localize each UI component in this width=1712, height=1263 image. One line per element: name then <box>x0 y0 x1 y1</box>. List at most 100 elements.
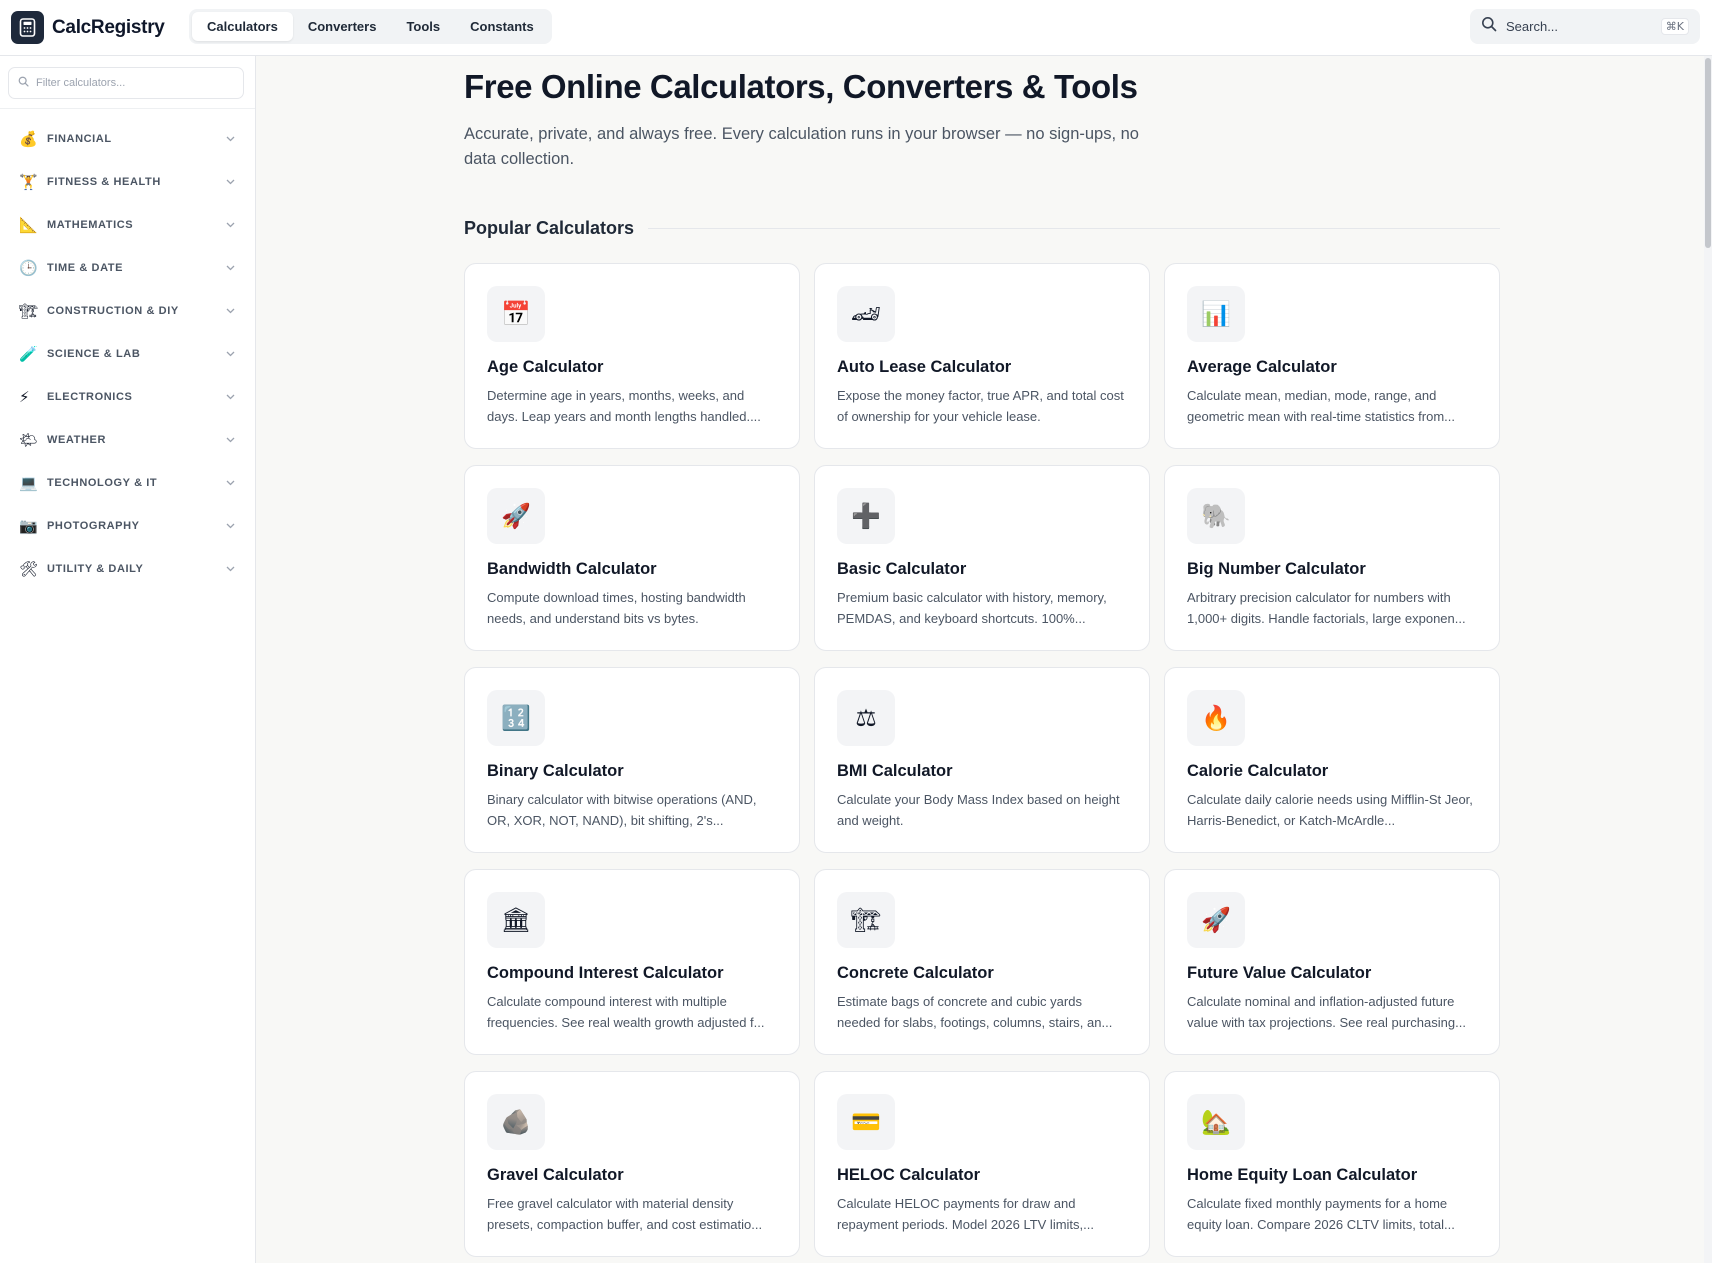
search-box[interactable]: Search... ⌘K <box>1470 9 1700 44</box>
rocket-icon: 🚀 <box>487 488 545 544</box>
fire-icon: 🔥 <box>1187 690 1245 746</box>
card-description: Calculate fixed monthly payments for a h… <box>1187 1196 1455 1232</box>
card-age-calculator[interactable]: 📅 Age Calculator Determine age in years,… <box>464 263 800 449</box>
sidebar-item-financial[interactable]: 💰 FINANCIAL <box>0 117 255 160</box>
sidebar-item-label: ELECTRONICS <box>47 390 133 403</box>
sidebar-item-time-date[interactable]: 🕒 TIME & DATE <box>0 246 255 289</box>
top-header: CalcRegistry Calculators Converters Tool… <box>0 0 1712 56</box>
plus-icon: ➕ <box>837 488 895 544</box>
category-list: 💰 FINANCIAL 🏋 FITNESS & HEALTH 📐 MATHEMA… <box>0 117 255 590</box>
card-title: Concrete Calculator <box>837 964 994 982</box>
card-basic-calculator[interactable]: ➕ Basic Calculator Premium basic calcula… <box>814 465 1150 651</box>
card-title: Bandwidth Calculator <box>487 560 657 578</box>
card-description: Calculate your Body Mass Index based on … <box>837 792 1120 828</box>
sidebar-divider <box>0 108 255 109</box>
sidebar-item-electronics[interactable]: ⚡ ELECTRONICS <box>0 375 255 418</box>
filter-placeholder: Filter calculators... <box>36 77 126 89</box>
sidebar-item-label: CONSTRUCTION & DIY <box>47 304 179 317</box>
nav-calculators[interactable]: Calculators <box>192 12 293 41</box>
race-car-icon: 🏎 <box>837 286 895 342</box>
sidebar-item-science-lab[interactable]: 🧪 SCIENCE & LAB <box>0 332 255 375</box>
money-bag-icon: 💰 <box>19 130 38 148</box>
chevron-down-icon <box>225 478 235 488</box>
section-header: Popular Calculators <box>464 218 1500 239</box>
card-description: Arbitrary precision calculator for numbe… <box>1187 590 1466 626</box>
nav-converters[interactable]: Converters <box>293 12 392 41</box>
card-description: Calculate daily calorie needs using Miff… <box>1187 792 1473 828</box>
card-average-calculator[interactable]: 📊 Average Calculator Calculate mean, med… <box>1164 263 1500 449</box>
chevron-down-icon <box>225 306 235 316</box>
sidebar-item-photography[interactable]: 📷 PHOTOGRAPHY <box>0 504 255 547</box>
nav-tools[interactable]: Tools <box>391 12 455 41</box>
rock-icon: 🪨 <box>487 1094 545 1150</box>
sidebar-item-label: PHOTOGRAPHY <box>47 519 140 532</box>
search-icon <box>1481 16 1497 37</box>
sidebar-item-label: UTILITY & DAILY <box>47 562 144 575</box>
scrollbar-thumb[interactable] <box>1705 58 1711 248</box>
card-gravel-calculator[interactable]: 🪨 Gravel Calculator Free gravel calculat… <box>464 1071 800 1257</box>
page-title: Free Online Calculators, Converters & To… <box>464 68 1138 105</box>
card-title: HELOC Calculator <box>837 1166 981 1184</box>
bank-icon: 🏛 <box>487 892 545 948</box>
camera-icon: 📷 <box>19 517 38 535</box>
card-description: Calculate nominal and inflation-adjusted… <box>1187 994 1466 1030</box>
sidebar-item-weather[interactable]: 🌤 WEATHER <box>0 418 255 461</box>
card-title: BMI Calculator <box>837 762 953 780</box>
sidebar-item-mathematics[interactable]: 📐 MATHEMATICS <box>0 203 255 246</box>
card-description: Expose the money factor, true APR, and t… <box>837 388 1124 424</box>
sidebar-item-utility-daily[interactable]: 🛠 UTILITY & DAILY <box>0 547 255 590</box>
numbers-icon: 🔢 <box>487 690 545 746</box>
card-title: Gravel Calculator <box>487 1166 624 1184</box>
card-description: Estimate bags of concrete and cubic yard… <box>837 994 1113 1030</box>
logo-link[interactable]: CalcRegistry <box>11 11 165 44</box>
lightning-icon: ⚡ <box>19 388 30 406</box>
bar-chart-icon: 📊 <box>1187 286 1245 342</box>
card-auto-lease-calculator[interactable]: 🏎 Auto Lease Calculator Expose the money… <box>814 263 1150 449</box>
sidebar-item-label: WEATHER <box>47 433 106 446</box>
card-big-number-calculator[interactable]: 🐘 Big Number Calculator Arbitrary precis… <box>1164 465 1500 651</box>
calculator-logo-icon <box>11 11 44 44</box>
card-compound-interest-calculator[interactable]: 🏛 Compound Interest Calculator Calculate… <box>464 869 800 1055</box>
test-tube-icon: 🧪 <box>19 345 38 363</box>
card-home-equity-loan-calculator[interactable]: 🏡 Home Equity Loan Calculator Calculate … <box>1164 1071 1500 1257</box>
chevron-down-icon <box>225 177 235 187</box>
sidebar-item-label: TIME & DATE <box>47 261 124 274</box>
filter-input[interactable]: Filter calculators... <box>8 67 244 99</box>
card-description: Determine age in years, months, weeks, a… <box>487 388 761 424</box>
card-description: Calculate compound interest with multipl… <box>487 994 765 1030</box>
crane-icon: 🏗 <box>19 302 39 320</box>
card-description: Free gravel calculator with material den… <box>487 1196 763 1232</box>
card-concrete-calculator[interactable]: 🏗 Concrete Calculator Estimate bags of c… <box>814 869 1150 1055</box>
card-heloc-calculator[interactable]: 💳 HELOC Calculator Calculate HELOC payme… <box>814 1071 1150 1257</box>
sidebar-item-label: FINANCIAL <box>47 132 112 145</box>
card-calorie-calculator[interactable]: 🔥 Calorie Calculator Calculate daily cal… <box>1164 667 1500 853</box>
card-binary-calculator[interactable]: 🔢 Binary Calculator Binary calculator wi… <box>464 667 800 853</box>
chevron-down-icon <box>225 349 235 359</box>
sidebar-item-fitness-health[interactable]: 🏋 FITNESS & HEALTH <box>0 160 255 203</box>
fitness-icon: 🏋 <box>19 173 38 191</box>
chevron-down-icon <box>225 521 235 531</box>
sidebar-item-construction-diy[interactable]: 🏗 CONSTRUCTION & DIY <box>0 289 255 332</box>
app-name: CalcRegistry <box>52 16 165 38</box>
card-title: Age Calculator <box>487 358 604 376</box>
filter-search-icon <box>18 74 29 92</box>
card-title: Average Calculator <box>1187 358 1337 376</box>
card-title: Compound Interest Calculator <box>487 964 724 982</box>
card-bmi-calculator[interactable]: ⚖ BMI Calculator Calculate your Body Mas… <box>814 667 1150 853</box>
card-bandwidth-calculator[interactable]: 🚀 Bandwidth Calculator Compute download … <box>464 465 800 651</box>
chevron-down-icon <box>225 263 235 273</box>
chevron-down-icon <box>225 392 235 402</box>
house-icon: 🏡 <box>1187 1094 1245 1150</box>
card-future-value-calculator[interactable]: 🚀 Future Value Calculator Calculate nomi… <box>1164 869 1500 1055</box>
main-nav: Calculators Converters Tools Constants <box>189 9 552 44</box>
nav-constants[interactable]: Constants <box>455 12 549 41</box>
page-scrollbar[interactable] <box>1704 56 1712 1263</box>
sidebar-item-label: SCIENCE & LAB <box>47 347 141 360</box>
chevron-down-icon <box>225 134 235 144</box>
card-description: Binary calculator with bitwise operation… <box>487 792 757 828</box>
sidebar: Filter calculators... 💰 FINANCIAL 🏋 FITN… <box>0 56 256 1263</box>
card-description: Premium basic calculator with history, m… <box>837 590 1107 626</box>
card-title: Home Equity Loan Calculator <box>1187 1166 1418 1184</box>
sidebar-item-technology-it[interactable]: 💻 TECHNOLOGY & IT <box>0 461 255 504</box>
card-description: Calculate mean, median, mode, range, and… <box>1187 388 1456 424</box>
